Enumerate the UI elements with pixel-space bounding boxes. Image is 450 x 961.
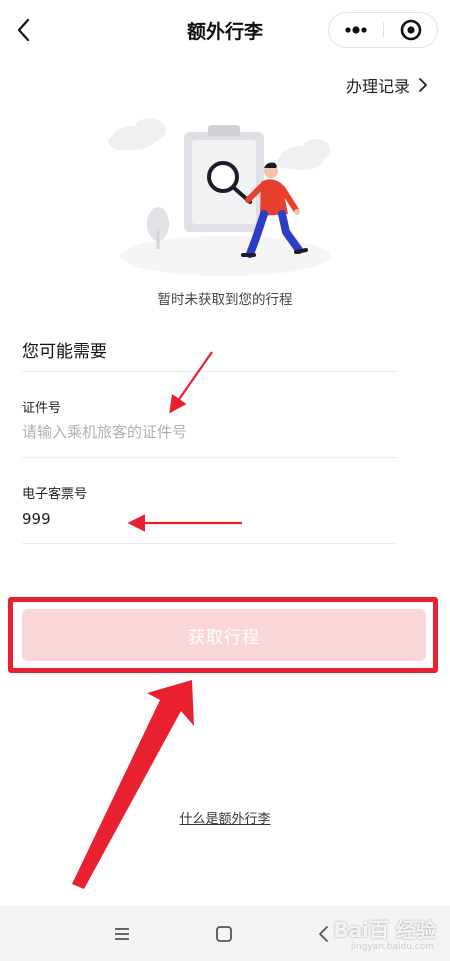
arrow-to-submit-button <box>72 680 194 889</box>
more-button[interactable] <box>329 13 383 47</box>
id-number-label: 证件号 <box>22 401 62 416</box>
home-nav-button[interactable] <box>210 920 238 948</box>
what-is-extra-baggage-label: 什么是额外行李 <box>179 812 271 827</box>
target-close-icon <box>400 19 422 41</box>
title-bar: 额外行李 <box>0 0 450 62</box>
close-button[interactable] <box>384 13 438 47</box>
mini-program-capsule <box>328 12 438 48</box>
id-number-input[interactable] <box>20 418 394 446</box>
ticket-number-input[interactable] <box>20 505 394 533</box>
id-number-divider <box>22 457 398 458</box>
section-title: 您可能需要 <box>22 342 107 362</box>
system-nav-bar: Bai百 经验 jingyan.baidu.com <box>0 906 450 961</box>
ticket-number-divider <box>22 543 398 544</box>
cloud-right-icon <box>276 139 330 170</box>
menu-icon <box>115 928 129 940</box>
baidu-watermark-url: jingyan.baidu.com <box>350 942 434 952</box>
record-link-label: 办理记录 <box>345 77 410 96</box>
section-divider <box>22 371 398 372</box>
arrow-to-id-field <box>169 351 213 414</box>
baidu-watermark: Bai百 经验 <box>333 918 436 942</box>
cloud-left-icon <box>108 118 166 150</box>
what-is-extra-baggage-link[interactable]: 什么是额外行李 <box>0 808 450 827</box>
menu-nav-button[interactable] <box>108 920 136 948</box>
record-link[interactable]: 办理记录 <box>346 72 428 98</box>
chevron-right-icon <box>419 78 427 92</box>
home-square-icon <box>216 926 232 942</box>
more-dots-icon <box>345 26 367 34</box>
empty-state-illustration <box>108 118 330 276</box>
ticket-number-label: 电子客票号 <box>22 487 88 502</box>
empty-state-text: 暂时未获取到您的行程 <box>157 292 293 308</box>
ground-shadow <box>120 236 330 276</box>
get-itinerary-button[interactable]: 获取行程 <box>22 609 426 661</box>
